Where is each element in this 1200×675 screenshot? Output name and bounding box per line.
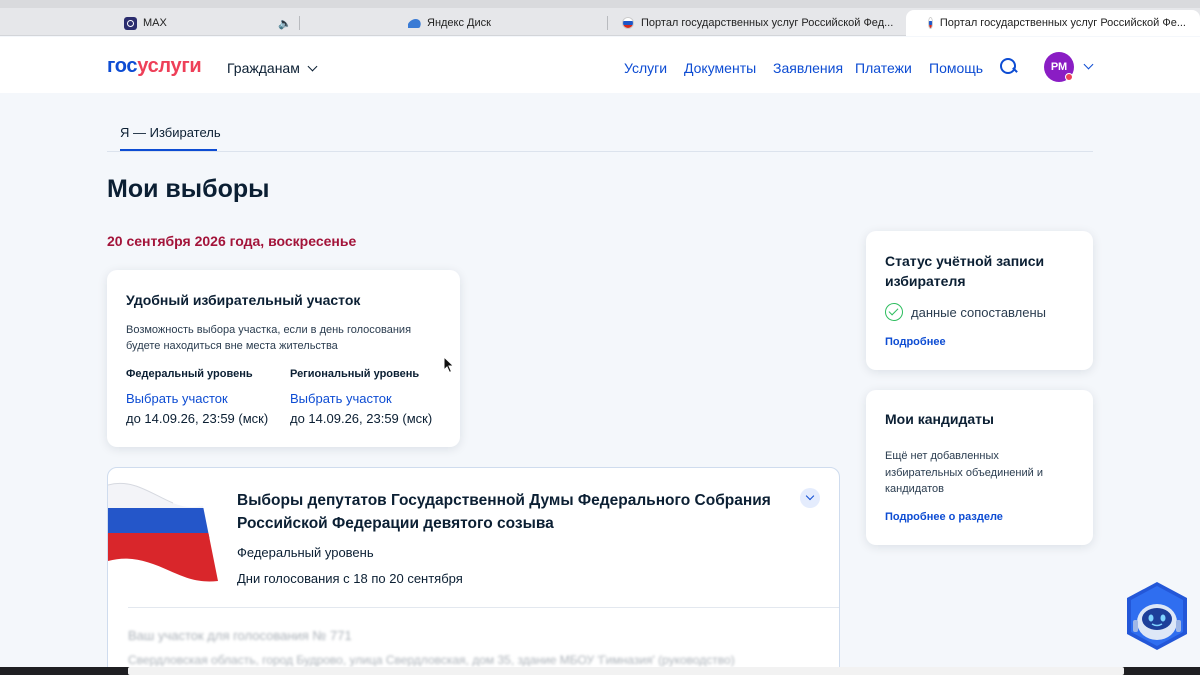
election-level: Федеральный уровень — [237, 545, 374, 560]
tab-label: Яндекс Диск — [427, 17, 491, 29]
browser-tab-gosuslugi-active[interactable]: Портал государственных услуг Российской … — [906, 10, 1200, 36]
federal-level-label: Федеральный уровень — [126, 368, 253, 380]
status-more-link[interactable]: Подробнее — [885, 336, 946, 348]
blurred-line: Свердловская область, город Будрово, ули… — [128, 653, 735, 667]
russian-flag-icon — [108, 483, 218, 582]
chevron-down-icon — [307, 61, 318, 71]
election-date: 20 сентября 2026 года, воскресенье — [107, 233, 357, 249]
page-title: Мои выборы — [107, 175, 270, 203]
tab-label: Портал государственных услуг Российской … — [939, 17, 1186, 29]
flag-icon — [622, 17, 634, 29]
blurred-precinct-info: Ваш участок для голосования № 771 Свердл… — [128, 628, 828, 667]
voter-account-status-card: Статус учётной записи избирателя данные … — [866, 231, 1093, 370]
dock-strip — [128, 667, 1124, 675]
search-icon[interactable] — [1000, 58, 1017, 75]
max-icon — [124, 16, 137, 30]
status-text: данные сопоставлены — [911, 305, 1046, 320]
nav-payments[interactable]: Платежи — [855, 60, 912, 76]
my-candidates-card: Мои кандидаты Ещё нет добавленных избира… — [866, 390, 1093, 545]
chevron-down-icon[interactable] — [1083, 59, 1094, 70]
browser-tab-max[interactable]: MAX — [124, 10, 274, 36]
browser-tab-bar: MAX 🔈 Яндекс Диск Портал государственных… — [0, 0, 1200, 36]
card-description: Возможность выбора участка, если в день … — [126, 324, 412, 352]
site-header: госуслуги Гражданам Услуги Документы Зая… — [0, 37, 1200, 93]
tab-divider — [107, 151, 1093, 152]
dock-bar — [0, 667, 1200, 675]
audience-label: Гражданам — [227, 60, 300, 76]
check-circle-icon — [885, 303, 903, 321]
flag-icon — [928, 17, 933, 29]
tab-label: MAX — [143, 17, 167, 29]
federal-deadline: до 14.09.26, 23:59 (мск) — [126, 411, 269, 426]
logo-part-gos: гос — [107, 55, 138, 77]
election-title: Выборы депутатов Государственной Думы Фе… — [237, 492, 771, 532]
chevron-down-icon[interactable] — [800, 488, 820, 508]
card-title: Мои кандидаты — [885, 411, 994, 427]
robot-assistant-icon[interactable] — [1123, 580, 1191, 652]
audience-dropdown[interactable]: Гражданам — [227, 60, 318, 76]
tab-label: Портал государственных услуг Российской … — [641, 17, 894, 29]
logo-part-uslugi: услуги — [137, 55, 202, 77]
convenient-precinct-card: Удобный избирательный участок Возможност… — [107, 270, 460, 447]
tab-separator — [607, 16, 608, 30]
tab-separator — [299, 16, 300, 30]
candidates-more-link[interactable]: Подробнее о разделе — [885, 511, 1003, 523]
notification-dot — [1065, 73, 1073, 81]
browser-top-strip — [0, 0, 1200, 8]
choose-precinct-regional-link[interactable]: Выбрать участок — [290, 391, 392, 406]
gosuslugi-logo[interactable]: госуслуги — [107, 55, 202, 78]
card-title: Удобный избирательный участок — [126, 292, 361, 308]
card-divider — [128, 607, 839, 608]
browser-tab-yandex-disk[interactable]: Яндекс Диск — [408, 10, 608, 36]
regional-level-label: Региональный уровень — [290, 368, 420, 380]
card-title: Статус учётной записи избирателя — [885, 253, 1045, 289]
yandex-disk-icon — [408, 18, 423, 28]
card-description: Ещё нет добавленных избирательных объеди… — [885, 450, 1043, 495]
regional-deadline: до 14.09.26, 23:59 (мск) — [290, 411, 433, 426]
browser-tab-audio[interactable]: 🔈 — [278, 10, 300, 36]
nav-help[interactable]: Помощь — [929, 60, 983, 76]
mouse-cursor-icon — [443, 356, 455, 374]
nav-services[interactable]: Услуги — [624, 60, 667, 76]
browser-tab-gosuslugi-1[interactable]: Портал государственных услуг Российской … — [622, 10, 904, 36]
tab-voter[interactable]: Я — Избиратель — [120, 125, 221, 140]
speaker-icon: 🔈 — [278, 17, 292, 30]
blurred-line: Ваш участок для голосования № 771 — [128, 628, 352, 643]
voting-days: Дни голосования с 18 по 20 сентября — [237, 571, 463, 586]
nav-applications[interactable]: Заявления — [773, 60, 843, 76]
nav-documents[interactable]: Документы — [684, 60, 756, 76]
choose-precinct-federal-link[interactable]: Выбрать участок — [126, 391, 228, 406]
election-card[interactable]: Выборы депутатов Государственной Думы Фе… — [107, 467, 840, 675]
